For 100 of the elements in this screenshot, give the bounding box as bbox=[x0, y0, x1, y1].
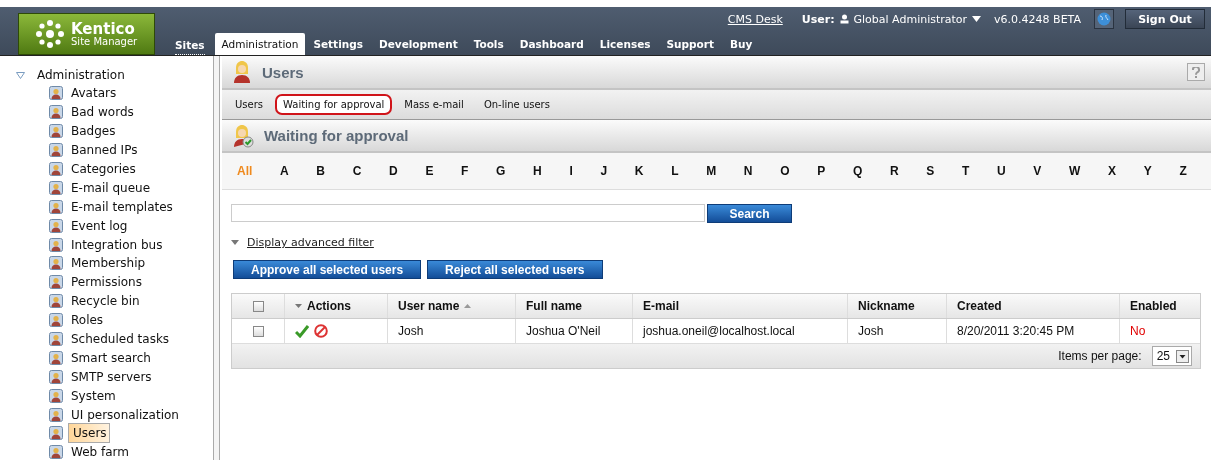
letter-link[interactable]: M bbox=[706, 164, 717, 178]
module-icon bbox=[48, 123, 64, 140]
caret-icon[interactable] bbox=[295, 304, 302, 308]
main-tab[interactable]: Tools bbox=[465, 33, 512, 55]
tree-item[interactable]: Scheduled tasks bbox=[68, 331, 173, 347]
scrollbar[interactable] bbox=[213, 56, 220, 460]
letter-link[interactable]: A bbox=[280, 164, 289, 178]
module-icon bbox=[48, 161, 64, 177]
help-button[interactable] bbox=[1187, 63, 1205, 81]
letter-link[interactable]: H bbox=[533, 164, 542, 178]
letter-link[interactable]: V bbox=[1033, 164, 1042, 178]
expand-arrow-icon[interactable] bbox=[16, 71, 25, 79]
letter-link[interactable]: Q bbox=[852, 164, 863, 178]
letter-link[interactable]: L bbox=[671, 164, 679, 178]
main-tab[interactable]: Settings bbox=[305, 33, 371, 55]
cms-desk-link[interactable]: CMS Desk bbox=[727, 12, 783, 26]
sub-tab[interactable]: Users bbox=[227, 94, 271, 115]
dropdown-arrow-icon[interactable] bbox=[972, 16, 982, 22]
main-tab[interactable]: Support bbox=[658, 33, 722, 55]
letter-link[interactable]: P bbox=[817, 164, 826, 178]
checkbox[interactable] bbox=[252, 300, 264, 312]
tree-item[interactable]: Roles bbox=[68, 312, 107, 329]
sites-link[interactable]: Sites bbox=[175, 39, 205, 55]
letter-link[interactable]: W bbox=[1069, 164, 1081, 178]
letter-link[interactable]: G bbox=[496, 164, 506, 178]
checkmark-icon[interactable] bbox=[295, 324, 309, 338]
tree-item[interactable]: System bbox=[68, 387, 119, 404]
tree-item[interactable]: Bad words bbox=[68, 104, 137, 121]
column-header[interactable]: Nickname bbox=[858, 299, 915, 313]
letter-link[interactable]: K bbox=[634, 164, 644, 178]
sub-tab[interactable]: Waiting for approval bbox=[275, 94, 393, 115]
action-button[interactable]: Reject all selected users bbox=[427, 260, 603, 279]
table-cell: 8/20/2011 3:20:45 PM bbox=[957, 324, 1075, 338]
letter-link[interactable]: F bbox=[461, 164, 469, 178]
tree-item[interactable]: Avatars bbox=[68, 85, 120, 102]
tree-item[interactable]: Membership bbox=[68, 255, 149, 272]
tree-item[interactable]: Smart search bbox=[68, 349, 154, 366]
sub-tab[interactable]: On-line users bbox=[475, 94, 558, 115]
letter-link[interactable]: J bbox=[600, 164, 608, 178]
letter-link[interactable]: Z bbox=[1179, 164, 1187, 178]
tree-item[interactable]: Permissions bbox=[68, 274, 145, 291]
main-tab[interactable]: Dashboard bbox=[511, 33, 592, 55]
letter-link[interactable]: E bbox=[425, 164, 434, 178]
sub-tab[interactable]: Mass e-mail bbox=[396, 94, 472, 115]
page-title: Users bbox=[262, 63, 304, 81]
tree-item[interactable]: E-mail queue bbox=[68, 179, 154, 196]
letter-link[interactable]: R bbox=[889, 164, 899, 178]
action-button[interactable]: Approve all selected users bbox=[233, 260, 422, 279]
tree-item[interactable]: Badges bbox=[68, 123, 119, 140]
letter-link[interactable]: B bbox=[316, 164, 326, 178]
tree-item[interactable]: Users bbox=[68, 423, 110, 444]
letter-link[interactable]: X bbox=[1108, 164, 1116, 178]
tree-item[interactable]: SMTP servers bbox=[68, 368, 155, 385]
letter-link[interactable]: N bbox=[743, 164, 753, 178]
logo[interactable]: Kentico Site Manager bbox=[18, 13, 155, 55]
sort-ascending-icon[interactable] bbox=[464, 304, 472, 308]
tree-item[interactable]: Event log bbox=[68, 217, 131, 234]
tree-item[interactable]: Categories bbox=[68, 161, 139, 177]
letter-link[interactable]: U bbox=[996, 164, 1006, 178]
letter-link[interactable]: O bbox=[780, 164, 790, 178]
column-header[interactable]: Actions bbox=[307, 299, 351, 313]
tree-item[interactable]: Administration bbox=[37, 68, 125, 82]
items-per-page-select[interactable]: 25 bbox=[1151, 346, 1192, 366]
table-cell: joshua.oneil@localhost.local bbox=[643, 324, 795, 338]
column-header[interactable]: Enabled bbox=[1130, 299, 1177, 313]
search-button[interactable]: Search bbox=[707, 204, 792, 223]
main-tab[interactable]: Administration bbox=[214, 33, 306, 55]
letter-link[interactable]: C bbox=[352, 164, 362, 178]
letter-link[interactable]: D bbox=[389, 164, 398, 178]
main-tab[interactable]: Buy bbox=[722, 33, 761, 55]
letter-link[interactable]: S bbox=[926, 164, 935, 178]
tree-item[interactable]: E-mail templates bbox=[68, 198, 176, 215]
tree-item[interactable]: Recycle bin bbox=[68, 293, 143, 310]
letter-link[interactable]: Y bbox=[1143, 164, 1152, 178]
items-per-page-label: Items per page: bbox=[1058, 349, 1142, 363]
module-icon bbox=[48, 198, 64, 215]
module-icon bbox=[48, 236, 64, 253]
search-field[interactable] bbox=[231, 204, 705, 222]
letter-link[interactable]: I bbox=[569, 164, 573, 178]
globe-button[interactable] bbox=[1094, 9, 1114, 29]
checkbox[interactable] bbox=[252, 325, 264, 337]
main-tab[interactable]: Development bbox=[370, 33, 466, 55]
letter-link[interactable]: T bbox=[961, 164, 970, 178]
caret-icon[interactable] bbox=[231, 240, 239, 245]
module-icon bbox=[48, 85, 64, 102]
column-header[interactable]: User name bbox=[398, 299, 460, 313]
user-menu[interactable]: Global Administrator bbox=[853, 12, 968, 26]
prohibited-icon[interactable] bbox=[314, 324, 328, 338]
user-icon bbox=[232, 60, 252, 84]
column-header[interactable]: E-mail bbox=[643, 299, 679, 313]
tree-item[interactable]: Integration bus bbox=[68, 236, 166, 253]
tree-item[interactable]: Web farm bbox=[68, 444, 132, 460]
advanced-filter-link[interactable]: Display advanced filter bbox=[247, 236, 374, 249]
module-icon bbox=[48, 217, 64, 234]
column-header[interactable]: Created bbox=[957, 299, 1002, 313]
column-header[interactable]: Full name bbox=[526, 299, 582, 313]
main-tab[interactable]: Licenses bbox=[591, 33, 659, 55]
tree-item[interactable]: UI personalization bbox=[68, 406, 182, 423]
sign-out-button[interactable]: Sign Out bbox=[1125, 9, 1205, 29]
tree-item[interactable]: Banned IPs bbox=[68, 142, 141, 159]
